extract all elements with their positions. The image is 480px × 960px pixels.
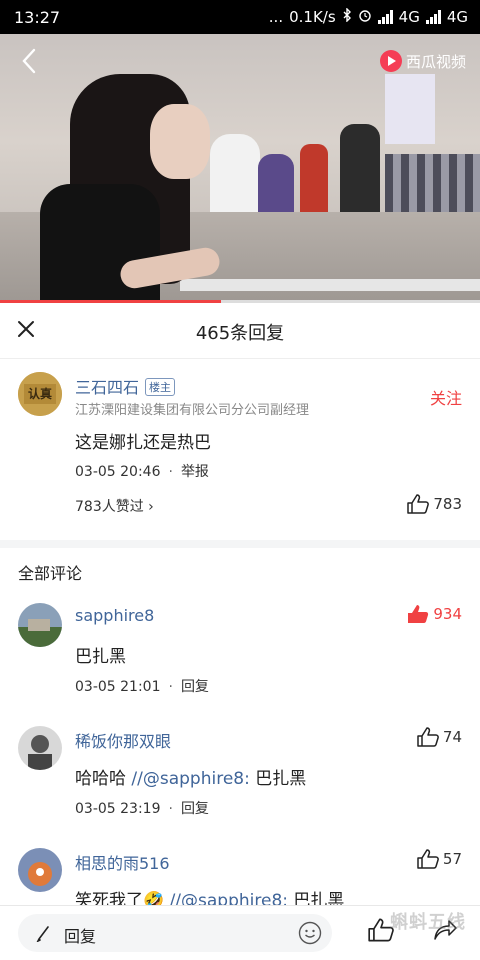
like-count: 57 [442,850,462,868]
emoji-icon[interactable] [298,921,322,945]
play-logo-icon [379,50,402,72]
signal-icon-2 [425,10,441,24]
thumbs-up-icon [417,849,439,869]
like-count: 783 [433,495,462,513]
page-title: 465条回复 [195,323,285,344]
user-title: 江苏溧阳建设集团有限公司分公司副经理 [75,403,310,418]
thumbs-up-icon [407,494,430,514]
railing [180,279,480,291]
avatar[interactable] [18,726,62,770]
chevron-left-icon [22,48,36,74]
username[interactable]: 相思的雨516 [75,850,170,874]
like-button[interactable]: 934 [407,604,462,624]
like-count: 74 [442,728,462,746]
store-poster [385,74,435,144]
comment-time: 03-05 20:46 [75,464,161,480]
comment-time: 03-05 21:01 [75,679,161,695]
woman-face [150,104,210,179]
like-button[interactable]: 57 [417,849,462,869]
like-count: 934 [433,605,462,623]
thumbs-up-filled-icon [408,605,429,623]
section-divider [0,540,480,548]
comment-text: 巴扎黑 [75,647,126,667]
back-button[interactable] [18,46,48,76]
avatar[interactable] [18,603,62,647]
avatar[interactable] [18,848,62,892]
brand-name: 西瓜视频 [405,52,466,71]
comment-meta: 03-05 23:19 · 回复 [75,801,209,817]
comment-meta: 03-05 21:01 · 回复 [75,679,209,695]
follow-button[interactable]: 关注 [430,385,462,409]
comment-text-quote: 巴扎黑 [249,769,307,789]
bluetooth-icon [342,7,352,26]
site-watermark: 蝌蚪五线 [390,912,466,933]
reply-input[interactable]: 回复 [18,914,332,952]
top-comment: 认真 三石四石 楼主 江苏溧阳建设集团有限公司分公司副经理 关注 这是娜扎还是热巴… [0,360,480,540]
comment-text-body: 哈哈哈 [75,769,132,789]
report-link[interactable]: 举报 [181,464,209,480]
video-player[interactable]: 西瓜视频 [0,34,480,302]
mention-link[interactable]: //@sapphire8: [131,769,249,789]
reply-link[interactable]: 回复 [181,801,209,817]
avatar-text: 认真 [28,387,53,401]
comment-time: 03-05 23:19 [75,801,161,817]
thumbs-up-icon [417,727,439,747]
pencil-icon [36,926,49,942]
status-bar: 13:27 ... 0.1K/s 4G 4G [0,0,480,34]
network-type-2: 4G [446,8,468,26]
status-dots: ... [268,8,284,26]
username[interactable]: sapphire8 [75,606,154,625]
network-speed: 0.1K/s [289,8,336,26]
status-time: 13:27 [14,8,61,27]
reply-header: 465条回复 [0,303,480,359]
avatar[interactable]: 认真 [18,372,62,416]
reply-placeholder: 回复 [64,927,97,946]
likes-summary-link[interactable]: 783人赞过 › [75,496,154,516]
comment-text: 这是娜扎还是热巴 [75,433,211,453]
like-button[interactable]: 783 [407,494,462,514]
username-text: 三石四石 [75,378,140,397]
comment-meta: 03-05 20:46 · 举报 [75,464,209,480]
network-type-1: 4G [398,8,420,26]
section-title: 全部评论 [18,564,83,583]
brand-watermark: 西瓜视频 [379,50,466,72]
signal-icon [377,10,393,24]
comment-text: 哈哈哈 //@sapphire8: 巴扎黑 [75,764,306,789]
username[interactable]: 稀饭你那双眼 [75,728,171,752]
username[interactable]: 三石四石 楼主 [75,374,176,398]
alarm-icon [358,8,372,26]
reply-link[interactable]: 回复 [181,679,209,695]
owner-badge: 楼主 [145,378,176,396]
like-button[interactable]: 74 [417,727,462,747]
